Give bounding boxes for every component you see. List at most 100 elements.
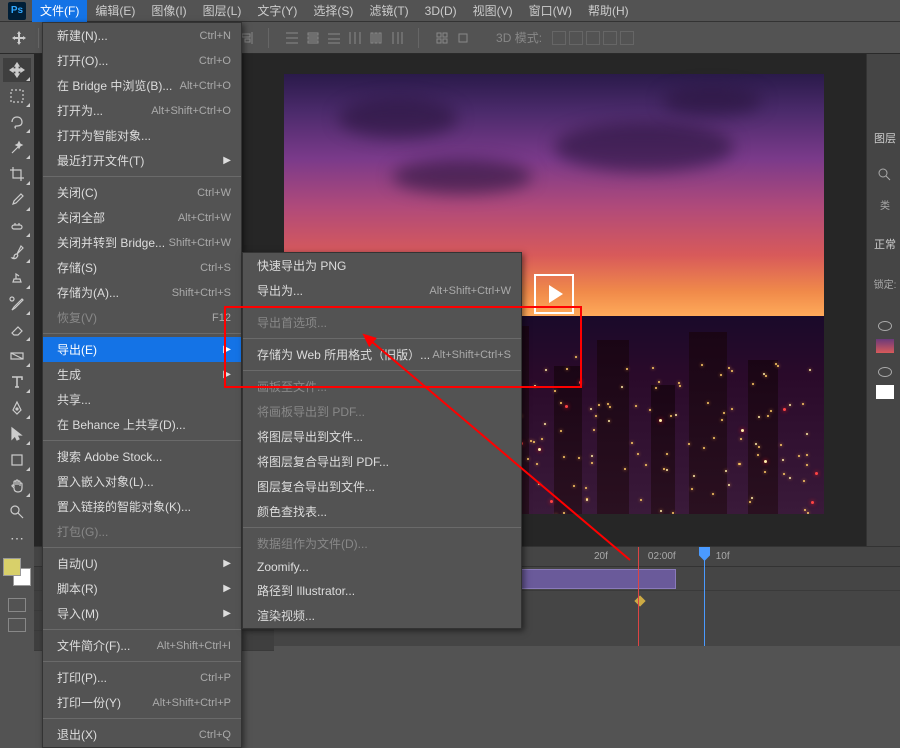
submenu-item[interactable]: 渲染视频... (243, 603, 521, 628)
3d-orbit-icon[interactable] (552, 31, 566, 45)
menu-item[interactable]: 导出(E)▶ (43, 337, 241, 362)
menu-help[interactable]: 帮助(H) (580, 0, 637, 22)
menu-item[interactable]: 生成▶ (43, 362, 241, 387)
shape-tool[interactable] (3, 448, 31, 472)
menu-window[interactable]: 窗口(W) (521, 0, 580, 22)
clone-stamp-tool[interactable] (3, 266, 31, 290)
menu-image[interactable]: 图像(I) (143, 0, 194, 22)
menu-item[interactable]: 新建(N)...Ctrl+N (43, 23, 241, 48)
move-tool[interactable] (3, 58, 31, 82)
menu-item[interactable]: 自动(U)▶ (43, 551, 241, 576)
menu-item-label: 生成 (57, 366, 81, 383)
type-tool[interactable] (3, 370, 31, 394)
menu-item[interactable]: 共享... (43, 387, 241, 412)
submenu-item[interactable]: 图层复合导出到文件... (243, 474, 521, 499)
distribute-top-icon[interactable] (283, 29, 301, 47)
path-selection-tool[interactable] (3, 422, 31, 446)
layer-thumbnail[interactable] (876, 385, 894, 399)
menu-item-label: 置入链接的智能对象(K)... (57, 498, 191, 515)
menu-item[interactable]: 打印(P)...Ctrl+P (43, 665, 241, 690)
edit-toolbar[interactable]: ⋯ (3, 526, 31, 550)
menu-item[interactable]: 存储(S)Ctrl+S (43, 255, 241, 280)
menu-file[interactable]: 文件(F) (32, 0, 87, 22)
menu-item[interactable]: 在 Bridge 中浏览(B)...Alt+Ctrl+O (43, 73, 241, 98)
3d-pan-icon[interactable] (586, 31, 600, 45)
history-brush-tool[interactable] (3, 292, 31, 316)
menu-item[interactable]: 在 Behance 上共享(D)... (43, 412, 241, 437)
quick-mask-icon[interactable] (8, 598, 26, 612)
menu-layer[interactable]: 图层(L) (195, 0, 250, 22)
menu-item[interactable]: 打开为...Alt+Shift+Ctrl+O (43, 98, 241, 123)
menu-3d[interactable]: 3D(D) (417, 1, 465, 21)
menu-edit[interactable]: 编辑(E) (87, 0, 143, 22)
3d-slide-icon[interactable] (603, 31, 617, 45)
timeline-playhead[interactable] (704, 547, 705, 646)
menu-item[interactable]: 置入嵌入对象(L)... (43, 469, 241, 494)
menu-item-label: 将画板导出到 PDF... (257, 403, 365, 420)
submenu-item[interactable]: 将图层复合导出到 PDF... (243, 449, 521, 474)
menu-item[interactable]: 关闭并转到 Bridge...Shift+Ctrl+W (43, 230, 241, 255)
menu-item[interactable]: 退出(X)Ctrl+Q (43, 722, 241, 747)
menu-item[interactable]: 脚本(R)▶ (43, 576, 241, 601)
marquee-tool[interactable] (3, 84, 31, 108)
submenu-arrow-icon: ▶ (223, 155, 231, 166)
pen-tool[interactable] (3, 396, 31, 420)
auto-align-icon[interactable] (433, 29, 451, 47)
layer-visibility-icon[interactable] (878, 367, 892, 377)
menu-view[interactable]: 视图(V) (465, 0, 521, 22)
menu-item-label: 打开(O)... (57, 52, 108, 69)
submenu-item[interactable]: 颜色查找表... (243, 499, 521, 524)
eyedropper-tool[interactable] (3, 188, 31, 212)
magic-wand-tool[interactable] (3, 136, 31, 160)
distribute-hcenter-icon[interactable] (367, 29, 385, 47)
submenu-arrow-icon: ▶ (223, 608, 231, 619)
auto-blend-icon[interactable] (454, 29, 472, 47)
eraser-tool[interactable] (3, 318, 31, 342)
zoom-tool[interactable] (3, 500, 31, 524)
menu-item[interactable]: 打印一份(Y)Alt+Shift+Ctrl+P (43, 690, 241, 715)
menu-item[interactable]: 置入链接的智能对象(K)... (43, 494, 241, 519)
time-mark: 10f (716, 551, 730, 562)
color-picker[interactable] (3, 558, 31, 586)
menu-type[interactable]: 文字(Y) (249, 0, 305, 22)
hand-tool[interactable] (3, 474, 31, 498)
keyframe-icon[interactable] (634, 595, 645, 606)
menu-item[interactable]: 导入(M)▶ (43, 601, 241, 626)
brush-tool[interactable] (3, 240, 31, 264)
submenu-item[interactable]: 存储为 Web 所用格式（旧版）...Alt+Shift+Ctrl+S (243, 342, 521, 367)
layer-visibility-icon[interactable] (878, 321, 892, 331)
submenu-item[interactable]: 将图层导出到文件... (243, 424, 521, 449)
distribute-bottom-icon[interactable] (325, 29, 343, 47)
gradient-tool[interactable] (3, 344, 31, 368)
menu-item[interactable]: 打开(O)...Ctrl+O (43, 48, 241, 73)
distribute-vcenter-icon[interactable] (304, 29, 322, 47)
layer-thumbnail[interactable] (876, 339, 894, 353)
screen-mode-icon[interactable] (8, 618, 26, 632)
healing-brush-tool[interactable] (3, 214, 31, 238)
menu-item[interactable]: 关闭(C)Ctrl+W (43, 180, 241, 205)
menu-separator (243, 338, 521, 339)
submenu-item[interactable]: 路径到 Illustrator... (243, 578, 521, 603)
3d-roll-icon[interactable] (569, 31, 583, 45)
search-icon[interactable] (878, 168, 892, 185)
menu-item[interactable]: 打开为智能对象... (43, 123, 241, 148)
distribute-left-icon[interactable] (346, 29, 364, 47)
menu-item[interactable]: 关闭全部Alt+Ctrl+W (43, 205, 241, 230)
submenu-item[interactable]: 快速导出为 PNG (243, 253, 521, 278)
layers-panel-tab[interactable]: 图层 (874, 130, 896, 146)
menu-shortcut: F12 (212, 312, 231, 324)
menu-item-label: 关闭并转到 Bridge... (57, 234, 165, 251)
menu-filter[interactable]: 滤镜(T) (361, 0, 416, 22)
lasso-tool[interactable] (3, 110, 31, 134)
submenu-item[interactable]: Zoomify... (243, 556, 521, 578)
foreground-color-swatch[interactable] (3, 558, 21, 576)
crop-tool[interactable] (3, 162, 31, 186)
menu-item[interactable]: 搜索 Adobe Stock... (43, 444, 241, 469)
menu-select[interactable]: 选择(S) (305, 0, 361, 22)
menu-item[interactable]: 最近打开文件(T)▶ (43, 148, 241, 173)
distribute-right-icon[interactable] (388, 29, 406, 47)
submenu-item[interactable]: 导出为...Alt+Shift+Ctrl+W (243, 278, 521, 303)
3d-scale-icon[interactable] (620, 31, 634, 45)
menu-item[interactable]: 存储为(A)...Shift+Ctrl+S (43, 280, 241, 305)
menu-separator (43, 333, 241, 334)
